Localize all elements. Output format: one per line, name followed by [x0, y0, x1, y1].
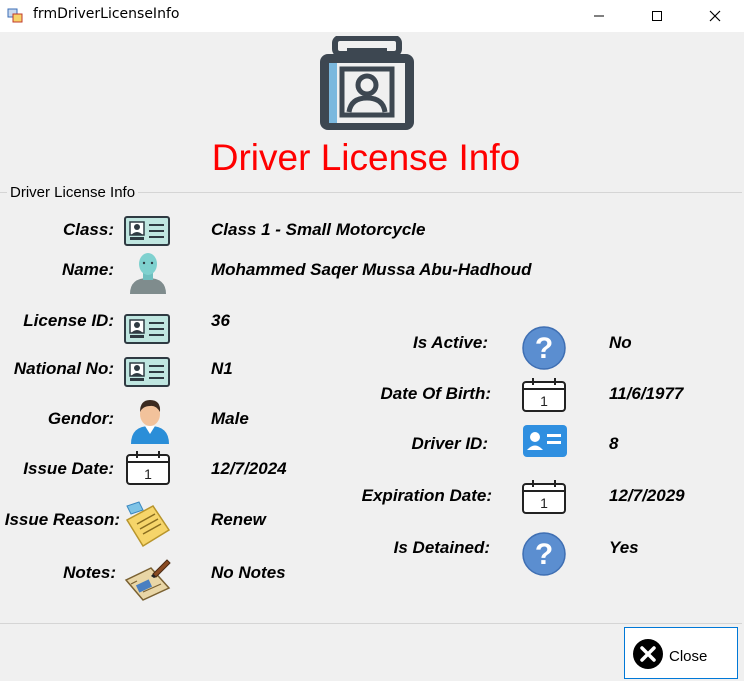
person-photo-icon — [130, 253, 166, 294]
license-card-icon — [320, 36, 414, 130]
maximize-icon — [652, 11, 662, 21]
is-detained-label: Is Detained: — [393, 538, 490, 557]
group-label: Driver License Info — [7, 184, 139, 201]
national-no-label: National No: — [13, 359, 114, 378]
date-of-birth-label: Date Of Birth: — [380, 384, 492, 403]
notes-pen-icon — [124, 559, 171, 601]
expiration-date-value: 12/7/2029 — [609, 486, 685, 505]
question-mark: ? — [535, 332, 553, 365]
close-icon — [709, 10, 721, 22]
driver-card-icon — [523, 425, 567, 457]
license-id-label: License ID: — [23, 311, 114, 330]
id-card-icon — [124, 357, 170, 387]
calendar-icon: 1 — [522, 480, 566, 514]
minimize-button[interactable] — [570, 0, 628, 32]
driver-id-label: Driver ID: — [411, 434, 488, 453]
minimize-icon — [594, 15, 604, 17]
date-of-birth-value: 11/6/1977 — [609, 384, 684, 403]
calendar-day: 1 — [540, 495, 548, 511]
class-value: Class 1 - Small Motorcycle — [211, 220, 426, 239]
app-icon — [7, 8, 23, 23]
notes-value: No Notes — [211, 563, 286, 582]
name-label: Name: — [62, 260, 114, 279]
is-detained-value: Yes — [609, 538, 639, 557]
id-card-icon — [124, 314, 170, 344]
male-person-icon — [131, 400, 169, 444]
close-button-label: Close — [669, 648, 708, 665]
calendar-day: 1 — [144, 466, 152, 482]
issue-date-label: Issue Date: — [23, 459, 114, 478]
notes-label: Notes: — [63, 563, 116, 582]
license-id-value: 36 — [211, 311, 230, 330]
expiration-date-label: Expiration Date: — [361, 486, 492, 505]
issue-reason-label: Issue Reason: — [4, 510, 120, 529]
question-mark: ? — [535, 538, 553, 571]
calendar-day: 1 — [540, 393, 548, 409]
question-icon: ? — [522, 532, 566, 576]
question-icon: ? — [522, 326, 566, 370]
close-button[interactable]: Close — [624, 627, 738, 679]
calendar-icon: 1 — [126, 451, 170, 485]
title-bar: frmDriverLicenseInfo — [0, 0, 744, 32]
notepad-icon — [125, 501, 171, 548]
driver-license-group — [0, 192, 742, 624]
national-no-value: N1 — [211, 359, 233, 378]
is-active-label: Is Active: — [413, 333, 488, 352]
id-card-icon — [124, 216, 170, 246]
close-circle-icon — [633, 639, 663, 669]
page-title: Driver License Info — [211, 137, 521, 178]
gendor-value: Male — [211, 409, 249, 428]
issue-reason-value: Renew — [211, 510, 266, 529]
window-title: frmDriverLicenseInfo — [33, 6, 180, 22]
is-active-value: No — [609, 333, 632, 352]
gendor-label: Gendor: — [47, 409, 114, 428]
issue-date-value: 12/7/2024 — [211, 459, 287, 478]
maximize-button[interactable] — [628, 0, 686, 32]
calendar-icon: 1 — [522, 378, 566, 412]
driver-id-value: 8 — [609, 434, 619, 453]
name-value: Mohammed Saqer Mussa Abu-Hadhoud — [211, 260, 532, 279]
class-label: Class: — [62, 220, 114, 239]
close-window-button[interactable] — [686, 0, 744, 32]
